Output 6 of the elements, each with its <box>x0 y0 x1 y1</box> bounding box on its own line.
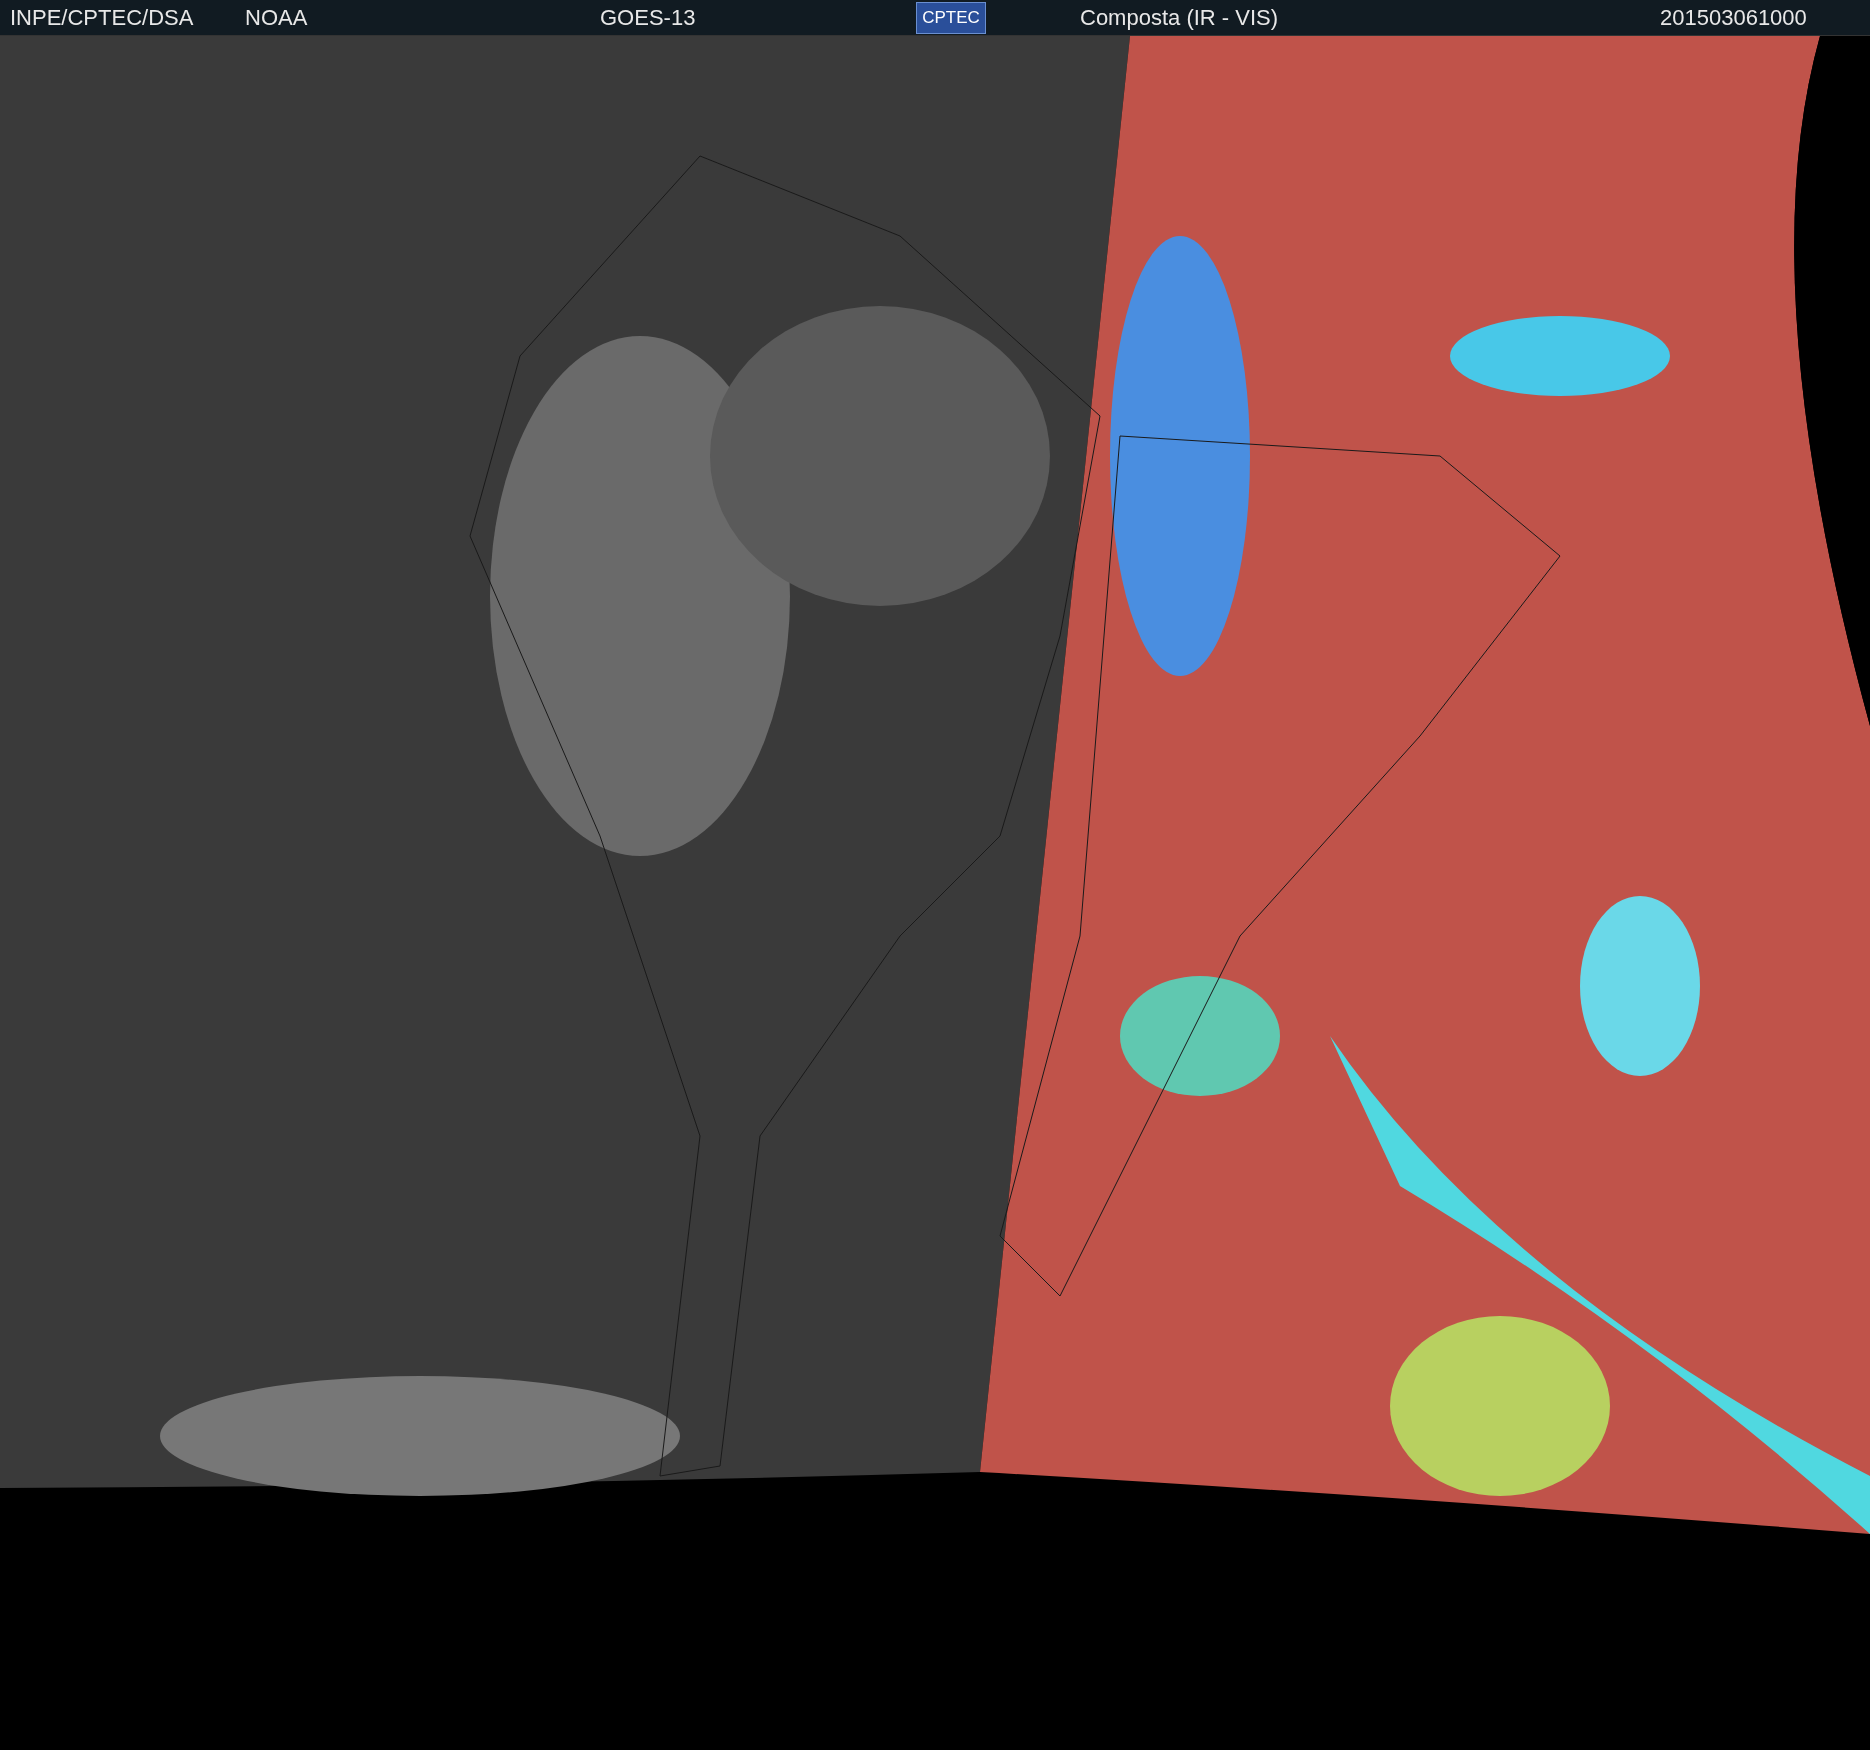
satellite-label: GOES-13 <box>600 4 697 32</box>
timestamp-label: 201503061000 <box>1660 4 1807 32</box>
source-label: INPE/CPTEC/DSA <box>10 4 195 32</box>
agency-label: NOAA <box>245 4 309 32</box>
product-label: Composta (IR - VIS) <box>1080 4 1280 32</box>
logo: CPTEC <box>916 1 986 34</box>
